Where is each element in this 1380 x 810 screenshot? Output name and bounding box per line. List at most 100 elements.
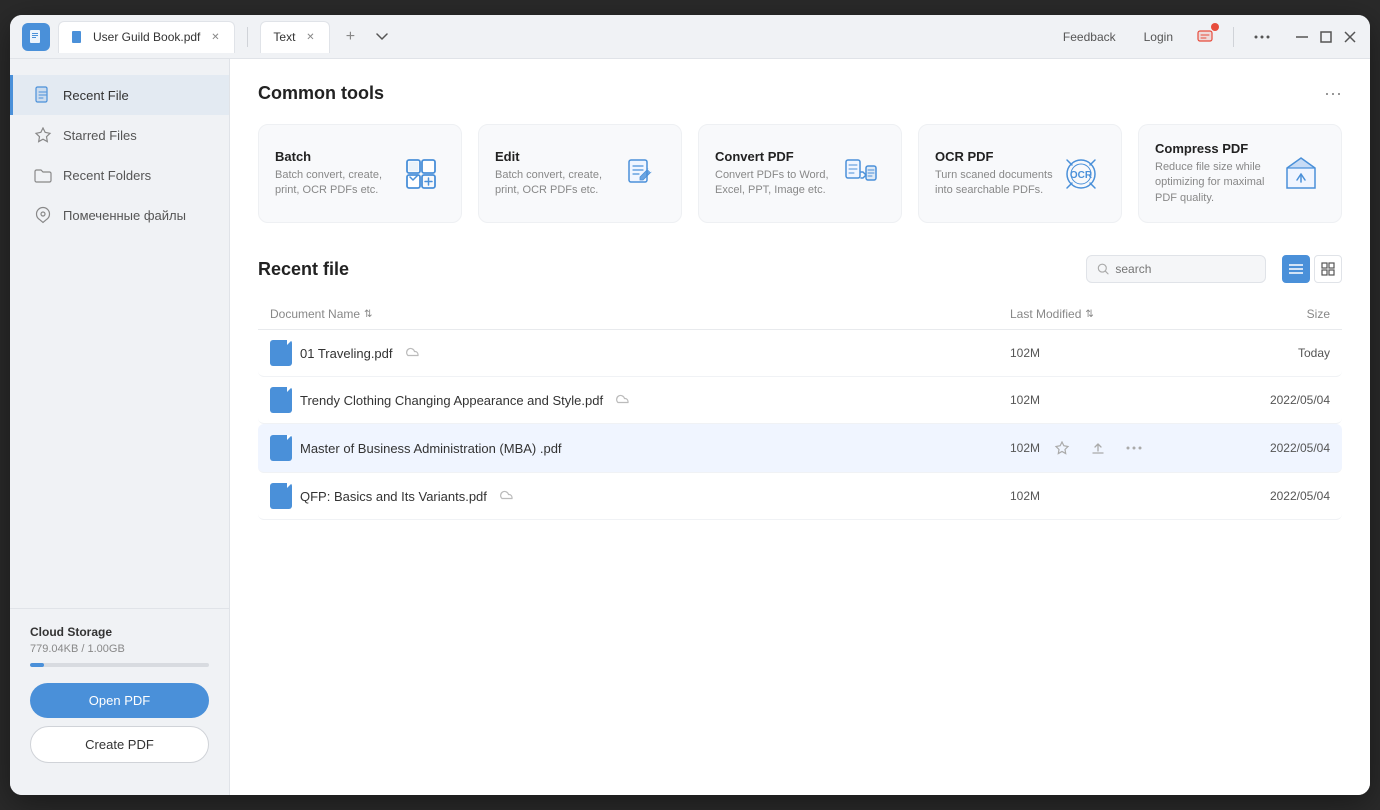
compress-icon [1277, 150, 1325, 198]
feedback-button[interactable]: Feedback [1055, 26, 1124, 48]
file-name-cell-4: QFP: Basics and Its Variants.pdf [270, 483, 1010, 509]
main-content: Recent File Starred Files Recent Folders [10, 59, 1370, 795]
tool-compress-desc: Reduce file size while optimizing for ma… [1155, 160, 1277, 206]
app-logo [22, 23, 50, 51]
create-pdf-button[interactable]: Create PDF [30, 726, 209, 763]
file-name-cell-1: 01 Traveling.pdf [270, 340, 1010, 366]
tab-text-close[interactable]: ✕ [303, 30, 317, 44]
storage-progress-bar [30, 663, 209, 667]
title-bar-left: User Guild Book.pdf ✕ Text ✕ + [22, 21, 1055, 53]
file-icon-2 [270, 387, 292, 413]
convert-icon [837, 150, 885, 198]
recent-file-label: Recent File [63, 88, 129, 103]
file-size-4: 102M [1010, 489, 1210, 503]
upload-action-3[interactable] [1084, 434, 1112, 462]
tab-text[interactable]: Text ✕ [260, 21, 330, 53]
file-icon-1 [270, 340, 292, 366]
tool-convert-pdf[interactable]: Convert PDF Convert PDFs to Word, Excel,… [698, 124, 902, 223]
tab-label: User Guild Book.pdf [93, 30, 200, 44]
file-date-1: Today [1210, 346, 1330, 360]
col-name-sort-icon: ⇅ [364, 309, 372, 320]
sidebar: Recent File Starred Files Recent Folders [10, 59, 230, 795]
tool-ocr-desc: Turn scaned documents into searchable PD… [935, 168, 1057, 199]
grid-view-button[interactable] [1314, 255, 1342, 283]
tool-compress-pdf[interactable]: Compress PDF Reduce file size while opti… [1138, 124, 1342, 223]
file-icon-4 [270, 483, 292, 509]
tool-ocr-info: OCR PDF Turn scaned documents into searc… [935, 149, 1057, 199]
tab-separator [247, 27, 248, 47]
file-row-3[interactable]: Master of Business Administration (MBA) … [258, 424, 1342, 473]
more-options-button[interactable] [1250, 25, 1274, 49]
open-pdf-button[interactable]: Open PDF [30, 683, 209, 718]
col-header-name[interactable]: Document Name ⇅ [270, 307, 1010, 321]
tab-text-label: Text [273, 30, 295, 44]
tool-batch[interactable]: Batch Batch convert, create, print, OCR … [258, 124, 462, 223]
tool-compress-info: Compress PDF Reduce file size while opti… [1155, 141, 1277, 206]
batch-icon [397, 150, 445, 198]
title-bar-right: Feedback Login [1055, 25, 1358, 49]
add-tab-icon: + [346, 28, 355, 46]
maximize-button[interactable] [1318, 29, 1334, 45]
marked-files-label: Помеченные файлы [63, 208, 186, 223]
file-icon-3 [270, 435, 292, 461]
list-view-button[interactable] [1282, 255, 1310, 283]
close-button[interactable] [1342, 29, 1358, 45]
common-tools-more[interactable]: ··· [1324, 83, 1342, 104]
edit-icon [617, 150, 665, 198]
sidebar-item-recent-file[interactable]: Recent File [10, 75, 229, 115]
tools-grid: Batch Batch convert, create, print, OCR … [258, 124, 1342, 223]
file-size-1: 102M [1010, 346, 1210, 360]
starred-files-icon [33, 125, 53, 145]
tab-close-button[interactable]: ✕ [208, 30, 222, 44]
col-header-modified[interactable]: Last Modified ⇅ [1010, 307, 1210, 321]
recent-folders-label: Recent Folders [63, 168, 151, 183]
sidebar-item-recent-folders[interactable]: Recent Folders [10, 155, 229, 195]
dropdown-icon[interactable] [370, 25, 394, 49]
tool-edit-name: Edit [495, 149, 617, 164]
cloud-storage-section: Cloud Storage 779.04KB / 1.00GB Open PDF… [10, 608, 229, 779]
file-size-2: 102M [1010, 393, 1210, 407]
file-size-3: 102M [1010, 441, 1040, 455]
col-modified-label: Last Modified [1010, 307, 1081, 321]
starred-files-label: Starred Files [63, 128, 137, 143]
sidebar-item-marked-files[interactable]: Помеченные файлы [10, 195, 229, 235]
svg-text:OCR: OCR [1070, 170, 1093, 181]
tool-batch-desc: Batch convert, create, print, OCR PDFs e… [275, 168, 397, 199]
notification-button[interactable] [1193, 25, 1217, 49]
more-action-3[interactable] [1120, 434, 1148, 462]
recent-file-icon [33, 85, 53, 105]
recent-file-header: Recent file [258, 255, 1342, 283]
controls-separator [1233, 27, 1234, 47]
file-row-3-middle: 102M [1010, 434, 1210, 462]
tool-batch-name: Batch [275, 149, 397, 164]
storage-progress-fill [30, 663, 44, 667]
tool-convert-desc: Convert PDFs to Word, Excel, PPT, Image … [715, 168, 837, 199]
sidebar-item-starred-files[interactable]: Starred Files [10, 115, 229, 155]
login-button[interactable]: Login [1136, 26, 1181, 48]
tool-ocr-pdf[interactable]: OCR PDF Turn scaned documents into searc… [918, 124, 1122, 223]
file-actions-3 [1048, 434, 1148, 462]
search-bar[interactable] [1086, 255, 1266, 283]
star-action-3[interactable] [1048, 434, 1076, 462]
search-icon [1097, 262, 1109, 276]
tool-batch-info: Batch Batch convert, create, print, OCR … [275, 149, 397, 199]
recent-folders-icon [33, 165, 53, 185]
col-header-size: Size [1210, 307, 1330, 321]
tool-edit[interactable]: Edit Batch convert, create, print, OCR P… [478, 124, 682, 223]
title-bar: User Guild Book.pdf ✕ Text ✕ + Feedback … [10, 15, 1370, 59]
file-table: Document Name ⇅ Last Modified ⇅ Size [258, 299, 1342, 520]
minimize-button[interactable] [1294, 29, 1310, 45]
view-toggles [1282, 255, 1342, 283]
recent-file-title: Recent file [258, 259, 349, 280]
tab-user-guild-book[interactable]: User Guild Book.pdf ✕ [58, 21, 235, 53]
file-row-1[interactable]: 01 Traveling.pdf 102M Today [258, 330, 1342, 377]
file-name-cell-2: Trendy Clothing Changing Appearance and … [270, 387, 1010, 413]
new-tab-button[interactable]: + [338, 25, 362, 49]
file-row-4[interactable]: QFP: Basics and Its Variants.pdf 102M 20… [258, 473, 1342, 520]
tool-convert-info: Convert PDF Convert PDFs to Word, Excel,… [715, 149, 837, 199]
notification-badge [1211, 23, 1219, 31]
tool-edit-info: Edit Batch convert, create, print, OCR P… [495, 149, 617, 199]
search-input[interactable] [1115, 262, 1255, 276]
col-name-label: Document Name [270, 307, 360, 321]
file-row-2[interactable]: Trendy Clothing Changing Appearance and … [258, 377, 1342, 424]
